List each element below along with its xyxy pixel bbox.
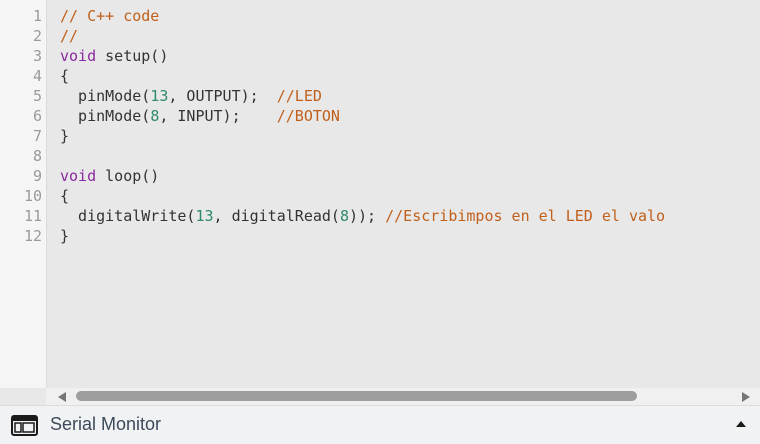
code-token: setup() — [96, 47, 169, 65]
code-line[interactable]: } — [60, 226, 760, 246]
line-number: 1 — [32, 7, 42, 25]
line-number-gutter: 1 2 3 4 5 6 7 8 9 10 11 12 — [0, 0, 47, 388]
code-line[interactable] — [60, 146, 760, 166]
code-line[interactable]: { — [60, 66, 760, 86]
code-token: 13 — [150, 87, 169, 105]
code-line[interactable]: digitalWrite(13, digitalRead(8)); //Escr… — [60, 206, 760, 226]
line-number: 3 — [32, 47, 42, 65]
code-line[interactable]: // C++ code — [60, 6, 760, 26]
code-token: 8 — [339, 207, 349, 225]
code-token: pinMode( — [60, 87, 151, 105]
code-token: 13 — [195, 207, 214, 225]
line-number: 5 — [32, 87, 42, 105]
code-token: { — [60, 67, 70, 85]
caret-up-icon[interactable] — [736, 421, 746, 427]
code-token: // — [60, 27, 79, 45]
line-number: 8 — [32, 147, 42, 165]
code-line[interactable]: // — [60, 26, 760, 46]
code-token: // C++ code — [60, 7, 160, 25]
code-editor[interactable]: 1 2 3 4 5 6 7 8 9 10 11 12 // C++ code//void setup(… — [0, 0, 760, 388]
scroll-left-arrow-icon[interactable] — [58, 392, 66, 402]
code-token: , OUTPUT); — [168, 87, 277, 105]
code-token: } — [60, 127, 70, 145]
code-token: , INPUT); — [159, 107, 277, 125]
code-token: loop() — [96, 167, 160, 185]
line-number: 6 — [32, 107, 42, 125]
line-number: 9 — [32, 167, 42, 185]
code-line[interactable]: pinMode(8, INPUT); //BOTON — [60, 106, 760, 126]
serial-monitor-window-icon — [11, 415, 38, 436]
code-line[interactable]: { — [60, 186, 760, 206]
code-line[interactable]: void loop() — [60, 166, 760, 186]
line-number: 4 — [32, 67, 42, 85]
line-number: 2 — [32, 27, 42, 45]
code-token: void — [60, 47, 97, 65]
line-number: 10 — [23, 187, 42, 205]
code-token: //Escribimpos en el LED el valo — [385, 207, 666, 225]
serial-monitor-label[interactable]: Serial Monitor — [50, 414, 161, 434]
code-token: pinMode( — [60, 107, 151, 125]
scroll-right-arrow-icon[interactable] — [742, 392, 750, 402]
horizontal-scrollbar[interactable] — [46, 388, 760, 405]
code-line[interactable]: pinMode(13, OUTPUT); //LED — [60, 86, 760, 106]
code-token: } — [60, 227, 70, 245]
code-line[interactable]: } — [60, 126, 760, 146]
line-number: 11 — [23, 207, 42, 225]
scrollbar-thumb[interactable] — [76, 391, 637, 401]
code-token: { — [60, 187, 70, 205]
code-token: void — [60, 167, 97, 185]
line-number: 7 — [32, 127, 42, 145]
code-token: digitalWrite( — [60, 207, 196, 225]
code-line[interactable]: void setup() — [60, 46, 760, 66]
code-token: //LED — [276, 87, 322, 105]
code-token: 8 — [150, 107, 160, 125]
serial-monitor-bar[interactable]: Serial Monitor — [0, 405, 760, 444]
code-token: , digitalRead( — [213, 207, 340, 225]
line-number: 12 — [23, 227, 42, 245]
code-token: )); — [349, 207, 386, 225]
code-token: //BOTON — [276, 107, 340, 125]
code-area[interactable]: // C++ code//void setup(){ pinMode(13, O… — [60, 6, 760, 246]
